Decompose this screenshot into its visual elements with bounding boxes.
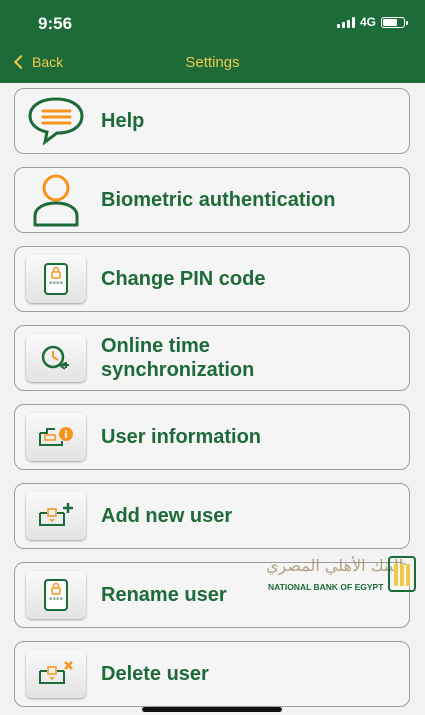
menu-item-biometric[interactable]: Biometric authentication [14,167,410,233]
top-bar: 9:56 4G Back Settings [0,0,425,83]
chat-bubble-icon [25,93,87,149]
tablet-pin-icon: **** [26,255,86,303]
menu-item-change-pin[interactable]: **** Change PIN code [14,246,410,312]
status-bar: 9:56 4G [0,0,425,44]
user-info-icon: i [26,413,86,461]
svg-text:i: i [64,430,67,441]
status-icons: 4G [336,15,408,29]
add-user-icon [26,492,86,540]
icon-tile: i [25,409,87,465]
icon-tile: **** [25,567,87,623]
menu-item-user-info[interactable]: i User information [14,404,410,470]
menu-item-label: Help [101,110,145,132]
svg-text:****: **** [49,596,64,604]
menu-item-label: User information [101,426,262,448]
status-time: 9:56 [38,14,73,33]
menu-item-label: Change PIN code [101,268,266,290]
menu-item-add-user[interactable]: Add new user [14,483,410,549]
clock-sync-icon [26,334,86,382]
icon-tile [25,646,87,702]
icon-tile [25,488,87,544]
menu-item-time-sync[interactable]: Online time synchronization [14,325,410,391]
signal-icon [336,16,355,28]
menu-item-label: Biometric authentication [101,189,336,211]
settings-list: Help Biometric authentication **** Chang… [14,88,424,715]
menu-item-delete-user[interactable]: Delete user [14,641,410,707]
icon-tile [25,330,87,386]
menu-item-help[interactable]: Help [14,88,410,154]
delete-user-icon [26,650,86,698]
menu-item-label: Online time synchronization [101,335,255,381]
menu-item-rename-user[interactable]: **** Rename user [14,562,410,628]
home-indicator[interactable] [142,707,282,712]
nav-bar: Back Settings [0,44,425,83]
tablet-pin-icon: **** [26,571,86,619]
menu-item-label: Rename user [101,584,227,606]
page-title: Settings [185,54,240,71]
svg-text:****: **** [49,280,64,288]
network-type: 4G [359,15,376,29]
battery-icon [381,16,408,28]
menu-item-label: Delete user [101,663,209,685]
icon-tile: **** [25,251,87,307]
menu-item-label: Add new user [101,505,233,527]
person-icon [25,172,87,228]
